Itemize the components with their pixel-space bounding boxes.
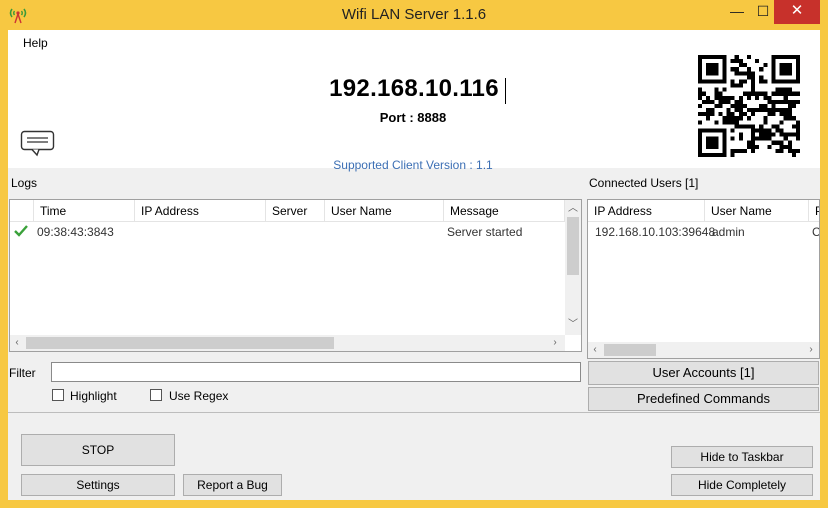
check-icon <box>14 225 28 237</box>
connected-users-label: Connected Users [1] <box>589 176 699 190</box>
scroll-down-icon[interactable]: ﹀ <box>566 318 580 332</box>
logs-vscroll-thumb[interactable] <box>567 217 579 275</box>
user-ip: 192.168.10.103:39648 <box>595 225 716 239</box>
server-ip-address: 192.168.10.116 <box>329 75 499 102</box>
users-hscroll-thumb[interactable] <box>604 344 656 356</box>
window-title: Wifi LAN Server 1.1.6 <box>341 6 487 23</box>
menu-help[interactable]: Help <box>23 36 48 50</box>
report-bug-button[interactable]: Report a Bug <box>183 474 282 496</box>
use-regex-checkbox[interactable] <box>150 389 162 401</box>
qr-code-icon <box>698 55 800 157</box>
supported-client-version: Supported Client Version : 1.1 <box>333 158 493 172</box>
logs-hscroll-thumb[interactable] <box>26 337 334 349</box>
user-extra: C <box>812 225 820 239</box>
chat-icon[interactable] <box>20 130 56 158</box>
logs-header-status <box>10 200 34 222</box>
logs-header-ip[interactable]: IP Address <box>135 200 266 222</box>
user-name: admin <box>712 225 745 239</box>
user-accounts-button[interactable]: User Accounts [1] <box>588 361 819 385</box>
title-bar[interactable]: Wifi LAN Server 1.1.6 — ☐ ✕ <box>0 0 828 30</box>
predefined-commands-button[interactable]: Predefined Commands <box>588 387 819 411</box>
logs-list[interactable]: Time IP Address Server User Name Message… <box>9 199 582 352</box>
highlight-checkbox[interactable] <box>52 389 64 401</box>
settings-button[interactable]: Settings <box>21 474 175 496</box>
text-caret <box>505 78 506 104</box>
hide-to-taskbar-button[interactable]: Hide to Taskbar <box>671 446 813 468</box>
scroll-right-icon[interactable]: › <box>548 336 562 350</box>
log-time: 09:38:43:3843 <box>37 225 114 239</box>
users-header-ip[interactable]: IP Address <box>588 200 705 222</box>
logs-horizontal-scrollbar[interactable]: ‹ › <box>10 335 565 351</box>
users-header-username[interactable]: User Name <box>705 200 809 222</box>
server-port: Port : 8888 <box>379 110 447 125</box>
connected-users-list[interactable]: IP Address User Name P 192.168.10.103:39… <box>587 199 820 359</box>
filter-label: Filter <box>9 366 36 380</box>
users-header-extra[interactable]: P <box>809 200 819 222</box>
logs-vertical-scrollbar[interactable]: ︿ ﹀ <box>565 200 581 335</box>
filter-input[interactable] <box>51 362 581 382</box>
logs-header-message[interactable]: Message <box>444 200 565 222</box>
stop-button[interactable]: STOP <box>21 434 175 466</box>
logs-label: Logs <box>11 176 38 190</box>
hide-completely-button[interactable]: Hide Completely <box>671 474 813 496</box>
logs-header-server[interactable]: Server <box>266 200 325 222</box>
log-message: Server started <box>447 225 523 239</box>
logs-header-time[interactable]: Time <box>34 200 135 222</box>
logs-header-user[interactable]: User Name <box>325 200 444 222</box>
close-button[interactable]: ✕ <box>774 0 820 24</box>
scroll-left-icon[interactable]: ‹ <box>10 336 24 350</box>
users-horizontal-scrollbar[interactable]: ‹ › <box>588 342 819 358</box>
scroll-right-icon[interactable]: › <box>804 343 818 357</box>
highlight-label: Highlight <box>70 389 117 403</box>
scroll-left-icon[interactable]: ‹ <box>588 343 602 357</box>
use-regex-label: Use Regex <box>169 389 229 403</box>
scroll-up-icon[interactable]: ︿ <box>566 202 580 216</box>
